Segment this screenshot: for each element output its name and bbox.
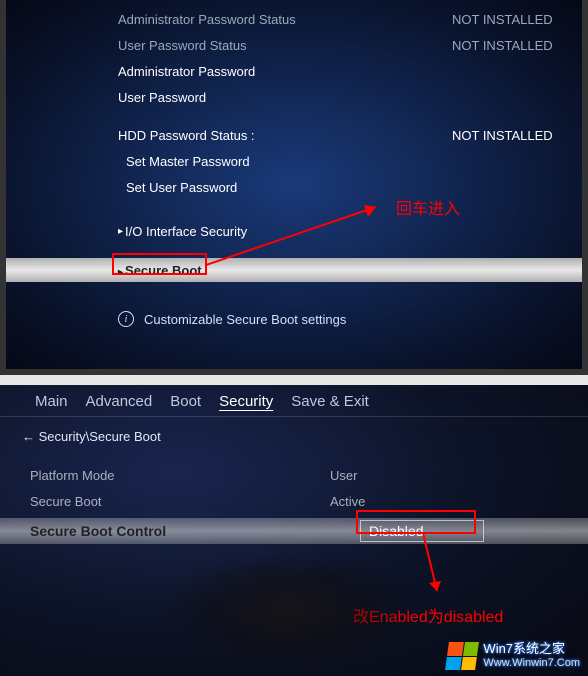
label: HDD Password Status : [118, 128, 452, 143]
screen-reflection [160, 550, 420, 670]
set-master-password-row[interactable]: Set Master Password [6, 148, 582, 174]
bios-security-screen: Administrator Password Status NOT INSTAL… [0, 0, 588, 375]
info-text: Customizable Secure Boot settings [144, 312, 346, 327]
tab-save-exit[interactable]: Save & Exit [291, 393, 369, 410]
user-password-row[interactable]: User Password [6, 84, 582, 110]
value: NOT INSTALLED [452, 38, 582, 53]
secure-boot-control-row-selected[interactable]: Secure Boot Control Disabled [0, 518, 588, 544]
tab-advanced[interactable]: Advanced [86, 393, 153, 410]
annotation-text: 回车进入 [396, 195, 460, 219]
label: Set Master Password [126, 154, 582, 169]
hdd-password-status-row: HDD Password Status : NOT INSTALLED [6, 122, 582, 148]
secure-boot-status-row: Secure Boot Active [0, 488, 588, 514]
admin-pw-status-row: Administrator Password Status NOT INSTAL… [6, 6, 582, 32]
info-hint-row: i Customizable Secure Boot settings [6, 307, 582, 331]
label: Set User Password [126, 180, 582, 195]
breadcrumb[interactable]: Security\Secure Boot [0, 417, 588, 444]
value: NOT INSTALLED [452, 128, 582, 143]
annotation-arrow-icon [415, 533, 445, 603]
tab-boot[interactable]: Boot [170, 393, 201, 410]
back-chevron-icon [22, 429, 39, 444]
admin-password-row[interactable]: Administrator Password [6, 58, 582, 84]
info-icon: i [118, 311, 134, 327]
watermark: Win7系统之家 Www.Winwin7.Com [447, 642, 580, 670]
watermark-line1: Win7系统之家 [483, 642, 580, 656]
windows-flag-icon [445, 642, 479, 670]
tab-main[interactable]: Main [35, 393, 68, 410]
label: Secure Boot Control [30, 523, 360, 539]
watermark-text: Win7系统之家 Www.Winwin7.Com [483, 642, 580, 670]
label: Administrator Password Status [118, 12, 452, 27]
image-separator [0, 375, 588, 385]
value: Active [330, 494, 365, 509]
label: User Password [118, 90, 582, 105]
value: NOT INSTALLED [452, 12, 582, 27]
breadcrumb-text: Security\Secure Boot [39, 429, 161, 444]
platform-mode-row: Platform Mode User [0, 462, 588, 488]
tab-security[interactable]: Security [219, 393, 273, 410]
annotation-arrow-icon [206, 195, 391, 270]
label: Administrator Password [118, 64, 582, 79]
value: User [330, 468, 357, 483]
label: User Password Status [118, 38, 452, 53]
label: Secure Boot [30, 494, 330, 509]
bios-secure-boot-screen: Main Advanced Boot Security Save & Exit … [0, 385, 588, 676]
watermark-line2: Www.Winwin7.Com [483, 656, 580, 670]
annotation-box-secure-boot [112, 253, 207, 275]
label: Platform Mode [30, 468, 330, 483]
bios-tab-bar: Main Advanced Boot Security Save & Exit [0, 385, 588, 417]
user-pw-status-row: User Password Status NOT INSTALLED [6, 32, 582, 58]
annotation-box-disabled [356, 510, 476, 534]
